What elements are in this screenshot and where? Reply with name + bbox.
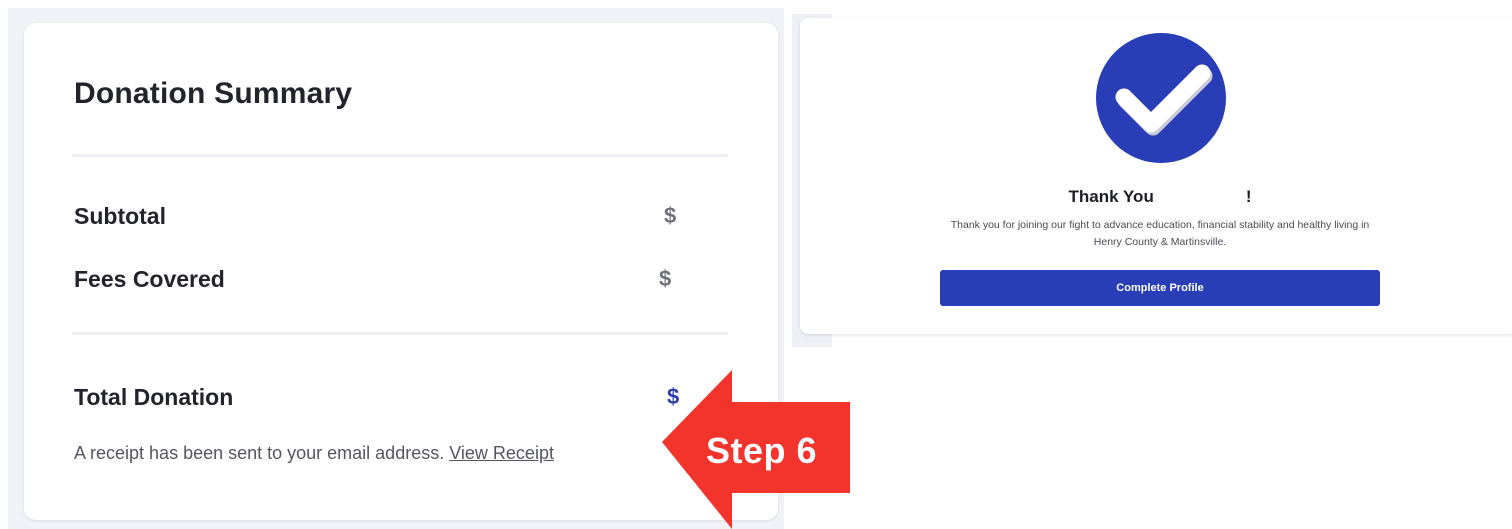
checkmark-icon bbox=[1096, 33, 1226, 163]
receipt-notice-text: A receipt has been sent to your email ad… bbox=[74, 443, 445, 463]
subtotal-value: $ bbox=[664, 203, 677, 228]
view-receipt-link[interactable]: View Receipt bbox=[449, 443, 554, 463]
total-donation-label: Total Donation bbox=[74, 384, 234, 410]
screenshot-stage: Donation Summary Subtotal $ Fees Covered… bbox=[0, 0, 1512, 529]
thank-you-card: Thank You! Thank you for joining our fig… bbox=[800, 18, 1512, 334]
thank-you-heading: Thank You! bbox=[800, 187, 1512, 207]
fees-covered-value: $ bbox=[659, 266, 672, 291]
summary-divider-top bbox=[72, 154, 728, 157]
receipt-notice: A receipt has been sent to your email ad… bbox=[74, 443, 554, 464]
summary-title: Donation Summary bbox=[74, 77, 353, 110]
subtotal-label: Subtotal bbox=[74, 203, 166, 229]
complete-profile-button[interactable]: Complete Profile bbox=[940, 270, 1380, 306]
fees-covered-label: Fees Covered bbox=[74, 266, 225, 292]
step-label: Step 6 bbox=[706, 430, 818, 471]
thank-you-message: Thank you for joining our fight to advan… bbox=[950, 219, 1370, 248]
thank-you-heading-exclamation: ! bbox=[1245, 187, 1252, 206]
thank-you-heading-text: Thank You bbox=[1068, 187, 1154, 206]
summary-divider-bottom bbox=[72, 332, 728, 335]
